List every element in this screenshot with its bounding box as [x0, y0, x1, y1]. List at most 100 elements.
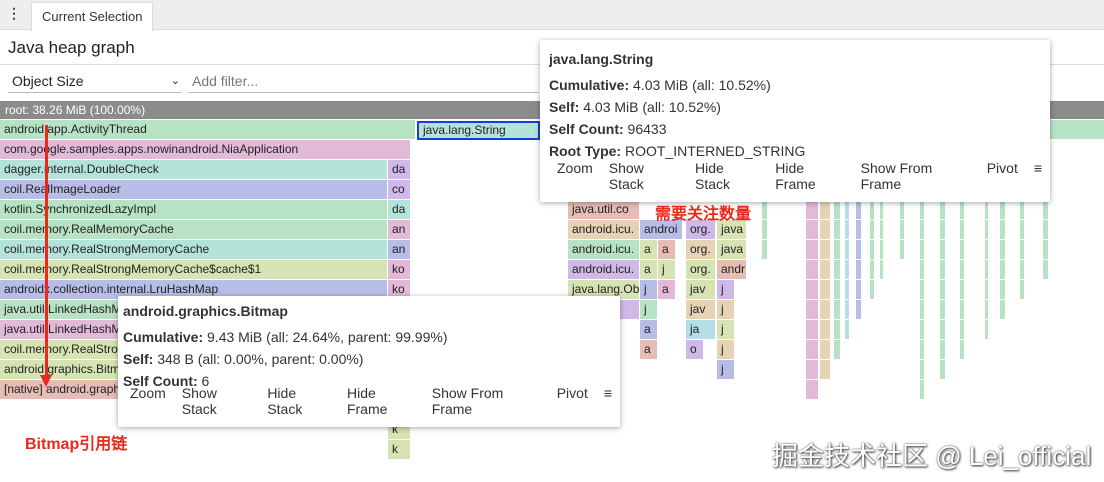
action-show-from-frame[interactable]: Show From Frame: [432, 385, 541, 417]
flame-frame[interactable]: [834, 260, 840, 279]
flame-frame[interactable]: [845, 320, 849, 339]
flame-frame[interactable]: [1000, 300, 1005, 319]
flame-frame[interactable]: [856, 300, 861, 319]
flame-frame[interactable]: [834, 220, 840, 239]
flame-frame[interactable]: da: [388, 160, 410, 179]
flame-frame[interactable]: [820, 240, 830, 259]
flame-frame[interactable]: [920, 340, 924, 359]
more-menu-icon[interactable]: ⋮: [6, 5, 22, 25]
flame-frame[interactable]: [960, 340, 964, 359]
flame-frame[interactable]: da: [388, 200, 410, 219]
flame-frame[interactable]: android.icu.: [568, 260, 639, 279]
flame-frame[interactable]: [806, 260, 818, 279]
flame-frame[interactable]: j: [640, 280, 657, 299]
flame-frame[interactable]: j: [640, 300, 657, 319]
flame-frame[interactable]: [880, 240, 883, 259]
flame-frame[interactable]: [1043, 240, 1048, 259]
flame-frame[interactable]: [880, 260, 883, 279]
flame-frame[interactable]: [870, 200, 874, 219]
action-show-stack[interactable]: Show Stack: [609, 160, 679, 192]
action-show-from-frame[interactable]: Show From Frame: [861, 160, 971, 192]
flame-frame[interactable]: [920, 280, 924, 299]
flame-frame[interactable]: [856, 280, 861, 299]
flame-frame[interactable]: [856, 220, 861, 239]
flame-frame[interactable]: [820, 220, 830, 239]
flame-frame[interactable]: org.: [686, 260, 715, 279]
flame-frame[interactable]: jav: [686, 300, 715, 319]
flame-frame[interactable]: jav: [686, 280, 715, 299]
tab-current-selection[interactable]: Current Selection: [31, 2, 154, 31]
flame-frame[interactable]: [900, 220, 904, 239]
flame-frame[interactable]: [762, 220, 767, 239]
flame-frame[interactable]: [845, 260, 849, 279]
flame-frame[interactable]: [870, 260, 874, 279]
flame-frame[interactable]: ko: [388, 260, 410, 279]
flame-frame[interactable]: [870, 280, 874, 299]
flame-frame[interactable]: [1043, 260, 1048, 279]
flame-frame[interactable]: a: [640, 240, 657, 259]
flame-frame[interactable]: [985, 320, 988, 339]
flame-frame[interactable]: [856, 200, 861, 219]
flame-frame[interactable]: a: [640, 320, 657, 339]
flame-frame[interactable]: a: [658, 240, 675, 259]
flame-frame[interactable]: [820, 280, 830, 299]
flame-frame[interactable]: [820, 340, 830, 359]
flame-frame[interactable]: [820, 320, 830, 339]
flame-frame[interactable]: [1020, 220, 1024, 239]
metric-select[interactable]: Object Size ⌄: [8, 70, 182, 93]
flame-frame[interactable]: o: [686, 340, 703, 359]
action-pivot[interactable]: Pivot: [987, 160, 1018, 192]
flame-frame[interactable]: [985, 220, 988, 239]
action-hide-frame[interactable]: Hide Frame: [347, 385, 416, 417]
flame-frame[interactable]: [845, 240, 849, 259]
action-zoom[interactable]: Zoom: [130, 385, 166, 417]
flame-frame[interactable]: [920, 260, 924, 279]
flame-frame[interactable]: [856, 260, 861, 279]
flame-frame[interactable]: j: [717, 300, 734, 319]
filter-input[interactable]: [188, 70, 538, 93]
flame-frame[interactable]: [834, 300, 840, 319]
flame-frame[interactable]: [940, 320, 945, 339]
flame-frame[interactable]: [940, 240, 945, 259]
flame-frame[interactable]: [806, 280, 818, 299]
flame-frame[interactable]: coil.memory.RealStrongMemoryCache$cache$…: [0, 260, 387, 279]
flame-frame[interactable]: [762, 240, 767, 259]
flame-frame[interactable]: [940, 220, 945, 239]
flame-frame[interactable]: [960, 220, 964, 239]
flame-frame[interactable]: [806, 360, 818, 379]
flame-frame[interactable]: co: [388, 180, 410, 199]
flame-frame[interactable]: [806, 300, 818, 319]
flame-frame[interactable]: [820, 300, 830, 319]
flame-frame[interactable]: [1020, 260, 1024, 279]
flame-frame[interactable]: [1000, 280, 1005, 299]
action-hide-frame[interactable]: Hide Frame: [775, 160, 844, 192]
flame-frame[interactable]: [920, 320, 924, 339]
flame-frame[interactable]: [806, 380, 818, 399]
flame-frame[interactable]: [920, 300, 924, 319]
flame-frame[interactable]: [900, 200, 904, 219]
flame-frame[interactable]: [940, 260, 945, 279]
flame-frame[interactable]: org.: [686, 240, 715, 259]
flame-frame[interactable]: [985, 300, 988, 319]
flame-frame[interactable]: [870, 240, 874, 259]
flame-frame[interactable]: [920, 240, 924, 259]
flame-frame[interactable]: [960, 300, 964, 319]
flame-frame[interactable]: a: [658, 280, 675, 299]
flame-frame[interactable]: [1000, 260, 1005, 279]
flame-frame[interactable]: dagger.internal.DoubleCheck: [0, 160, 387, 179]
flame-frame[interactable]: [985, 260, 988, 279]
flame-frame[interactable]: java: [717, 240, 746, 259]
flame-frame[interactable]: [845, 300, 849, 319]
flame-frame[interactable]: [870, 220, 874, 239]
action-show-stack[interactable]: Show Stack: [182, 385, 252, 417]
flame-frame[interactable]: [806, 320, 818, 339]
flame-frame[interactable]: [960, 260, 964, 279]
flame-frame[interactable]: an: [388, 220, 410, 239]
flame-frame[interactable]: kotlin.SynchronizedLazyImpl: [0, 200, 387, 219]
flame-frame[interactable]: [960, 240, 964, 259]
flame-frame[interactable]: [960, 200, 964, 219]
flame-frame[interactable]: [920, 200, 924, 219]
flame-frame[interactable]: [880, 200, 883, 219]
flame-frame[interactable]: [845, 220, 849, 239]
flame-frame[interactable]: a: [640, 340, 657, 359]
